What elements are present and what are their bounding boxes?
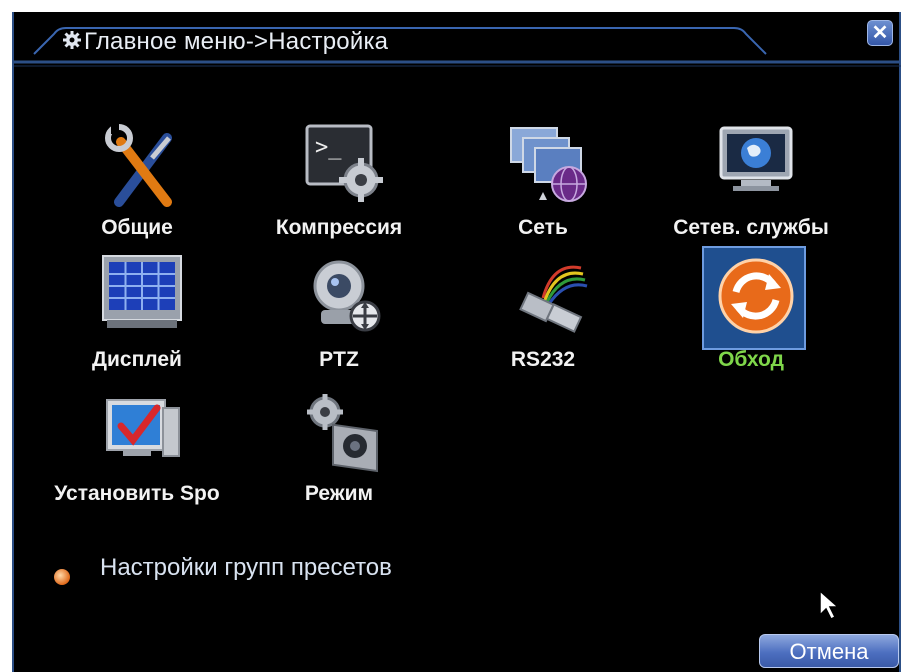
tile-label: Сетев. службы [673, 216, 829, 239]
window-title: Главное меню->Настройка [84, 28, 389, 55]
cancel-button[interactable]: Отмена [759, 634, 899, 668]
tile-label: Обход [718, 348, 784, 371]
network-icon [510, 127, 587, 202]
tile-network[interactable]: Сеть [478, 120, 608, 240]
settings-window: Главное меню->Настройка ✕ Общие >_ Компр… [12, 12, 901, 672]
tile-label: Общие [101, 216, 173, 239]
tile-patrol[interactable]: Обход [686, 246, 816, 372]
terminal-gear-icon: >_ [305, 124, 383, 202]
tile-network-services[interactable]: Сетев. службы [673, 120, 829, 240]
tools-icon [105, 124, 172, 207]
tile-ptz[interactable]: PTZ [274, 252, 404, 372]
preset-bullet-icon [54, 569, 70, 585]
tile-label: Сеть [518, 216, 568, 239]
camera-mode-icon [307, 394, 378, 473]
gear-icon [63, 31, 81, 49]
spot-monitor-icon [106, 399, 180, 457]
close-icon[interactable]: ✕ [867, 20, 893, 46]
svg-text:>_: >_ [315, 135, 342, 160]
tile-label: Дисплей [92, 348, 182, 371]
tile-mode[interactable]: Режим [274, 386, 404, 506]
tile-display[interactable]: Дисплей [72, 252, 202, 372]
tile-label: Компрессия [275, 216, 403, 239]
serial-cable-icon [519, 265, 588, 333]
tile-label: RS232 [510, 348, 576, 371]
preset-groups-link[interactable]: Настройки групп пресетов [100, 554, 392, 582]
tile-label: Установить Spo [54, 482, 220, 505]
tile-general[interactable]: Общие [72, 120, 202, 240]
tile-rs232[interactable]: RS232 [478, 252, 608, 372]
ptz-camera-icon [313, 260, 381, 332]
mouse-cursor-icon [819, 589, 840, 621]
display-grid-icon [102, 255, 182, 328]
refresh-icon [718, 258, 794, 334]
globe-monitor-icon [719, 126, 793, 191]
tile-set-spot[interactable]: Установить Spo [54, 386, 220, 506]
tile-label: PTZ [319, 348, 359, 371]
title-bar: Главное меню->Настройка ✕ [14, 12, 901, 68]
tile-label: Режим [304, 482, 374, 505]
tile-compression[interactable]: >_ Компрессия [274, 120, 404, 240]
